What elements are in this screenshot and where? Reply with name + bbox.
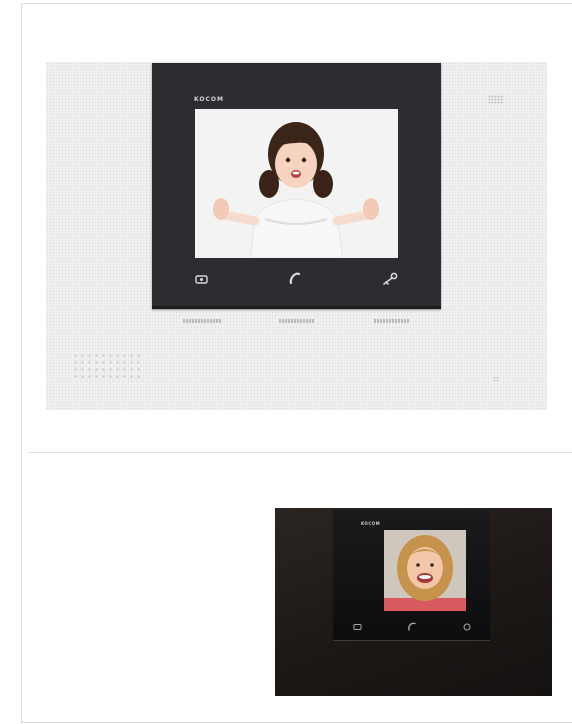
video-screen	[195, 109, 398, 258]
brand-logo-dark: KOCOM	[361, 521, 381, 526]
key-icon	[383, 272, 398, 285]
speaker-grille	[72, 352, 142, 382]
microphone-hole	[493, 376, 499, 382]
brand-logo: KOCOM	[194, 96, 224, 103]
section-divider	[29, 452, 572, 453]
handset-icon	[289, 272, 301, 285]
talk-button[interactable]	[288, 272, 302, 289]
handset-icon	[408, 622, 416, 631]
monitor-button[interactable]	[195, 274, 209, 289]
vent-holes	[488, 95, 504, 104]
door-open-button-dark[interactable]	[462, 622, 472, 635]
talk-button-dark[interactable]	[407, 622, 417, 635]
monitor-icon	[353, 624, 362, 630]
monitor-button-dark[interactable]	[353, 623, 363, 634]
button-label-talk	[279, 319, 315, 323]
door-open-button[interactable]	[382, 272, 398, 289]
monitor-icon	[195, 275, 208, 284]
key-icon	[463, 623, 471, 631]
child-photo	[195, 109, 398, 258]
child-photo-dark	[384, 530, 466, 611]
button-label-door	[374, 319, 410, 323]
button-label-monitor	[183, 319, 221, 323]
dark-video-screen	[384, 530, 466, 611]
